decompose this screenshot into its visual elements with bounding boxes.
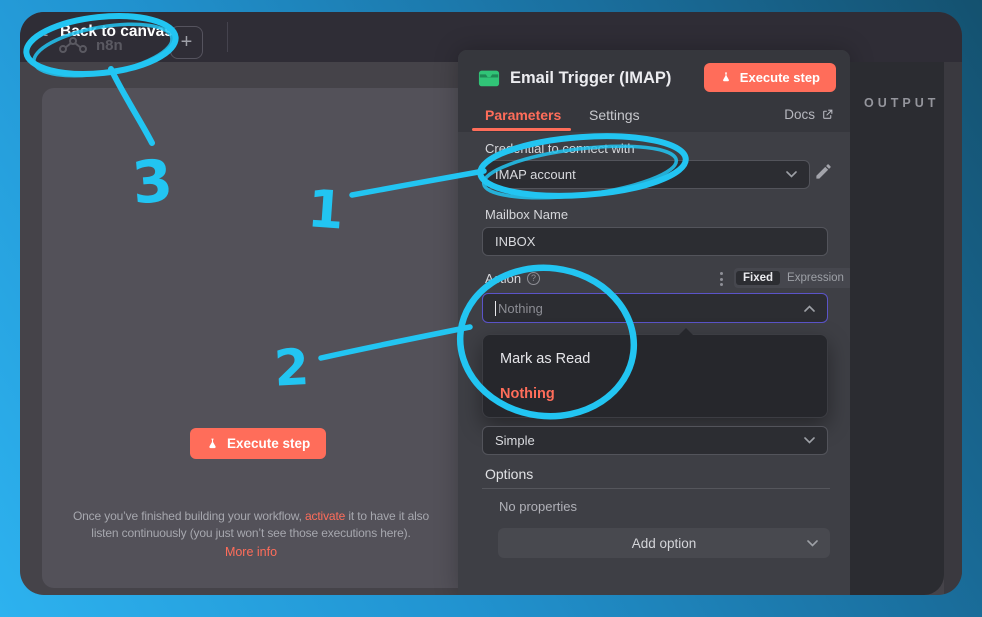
chevron-down-icon xyxy=(786,171,797,178)
docs-link[interactable]: Docs xyxy=(784,107,834,122)
edit-credential-pencil-icon[interactable] xyxy=(814,162,833,181)
credential-select[interactable]: IMAP account xyxy=(482,160,810,189)
back-to-canvas-button[interactable]: ← Back to canvas xyxy=(34,23,173,41)
node-details-panel: Email Trigger (IMAP) Execute step Parame… xyxy=(458,50,850,595)
add-node-button[interactable]: + xyxy=(170,26,203,59)
docs-label: Docs xyxy=(784,107,815,122)
activation-hint: Once you’ve finished building your workf… xyxy=(72,508,430,542)
action-value: Nothing xyxy=(498,301,543,316)
text-cursor xyxy=(495,301,496,316)
more-info-link[interactable]: More info xyxy=(72,545,430,559)
node-details-header: Email Trigger (IMAP) Execute step Parame… xyxy=(458,50,850,132)
options-divider xyxy=(482,488,830,489)
app-window: n8n ← Back to canvas + Execute step Once… xyxy=(20,12,962,595)
node-title: Email Trigger (IMAP) xyxy=(510,69,671,88)
tab-parameters[interactable]: Parameters xyxy=(485,107,561,123)
plus-icon: + xyxy=(181,31,193,53)
help-icon[interactable]: ? xyxy=(527,272,540,285)
credential-label: Credential to connect with xyxy=(485,141,635,156)
action-dropdown-menu: Mark as Read Nothing xyxy=(482,334,828,418)
options-section-label: Options xyxy=(485,466,533,482)
mailbox-value: INBOX xyxy=(495,234,535,249)
fixed-expression-toggle: Fixed Expression xyxy=(734,268,853,288)
back-arrow-icon: ← xyxy=(34,24,51,41)
option-nothing-selected[interactable]: Nothing xyxy=(500,386,555,402)
action-label: Action xyxy=(485,271,521,286)
format-value: Simple xyxy=(495,433,535,448)
output-panel-title: OUTPUT xyxy=(864,96,939,110)
options-kebab-icon[interactable] xyxy=(718,270,725,288)
execute-step-label: Execute step xyxy=(227,436,310,451)
flask-icon xyxy=(206,437,219,451)
active-tab-underline xyxy=(472,128,571,131)
tab-settings[interactable]: Settings xyxy=(589,107,640,123)
credential-value: IMAP account xyxy=(495,167,576,182)
back-to-canvas-label: Back to canvas xyxy=(60,23,173,41)
toggle-fixed[interactable]: Fixed xyxy=(736,271,780,285)
hint-text-before: Once you’ve finished building your workf… xyxy=(73,509,305,523)
chevron-down-icon xyxy=(807,540,818,547)
mailbox-input[interactable]: INBOX xyxy=(482,227,828,256)
format-select[interactable]: Simple xyxy=(482,426,828,455)
add-option-label: Add option xyxy=(632,536,697,551)
mailbox-label: Mailbox Name xyxy=(485,207,568,222)
execute-step-label: Execute step xyxy=(740,70,820,85)
chevron-down-icon xyxy=(804,437,815,444)
dropdown-arrow xyxy=(679,328,693,335)
screen: { "topbar": { "back_label": "Back to can… xyxy=(0,0,982,617)
output-panel: OUTPUT xyxy=(850,62,944,595)
window-right-edge xyxy=(944,62,962,595)
toggle-expression[interactable]: Expression xyxy=(780,271,851,285)
action-select[interactable]: Nothing xyxy=(482,293,828,323)
execute-step-button-panel[interactable]: Execute step xyxy=(704,63,836,92)
topbar-divider xyxy=(227,22,228,52)
chevron-up-icon xyxy=(804,305,815,312)
add-option-button[interactable]: Add option xyxy=(498,528,830,558)
option-mark-as-read[interactable]: Mark as Read xyxy=(500,351,590,367)
flask-icon xyxy=(720,71,732,84)
activate-link[interactable]: activate xyxy=(305,509,345,523)
no-properties-text: No properties xyxy=(499,499,577,514)
execute-step-button-canvas[interactable]: Execute step xyxy=(190,428,326,459)
email-trigger-node-icon xyxy=(478,67,500,89)
external-link-icon xyxy=(821,108,834,121)
